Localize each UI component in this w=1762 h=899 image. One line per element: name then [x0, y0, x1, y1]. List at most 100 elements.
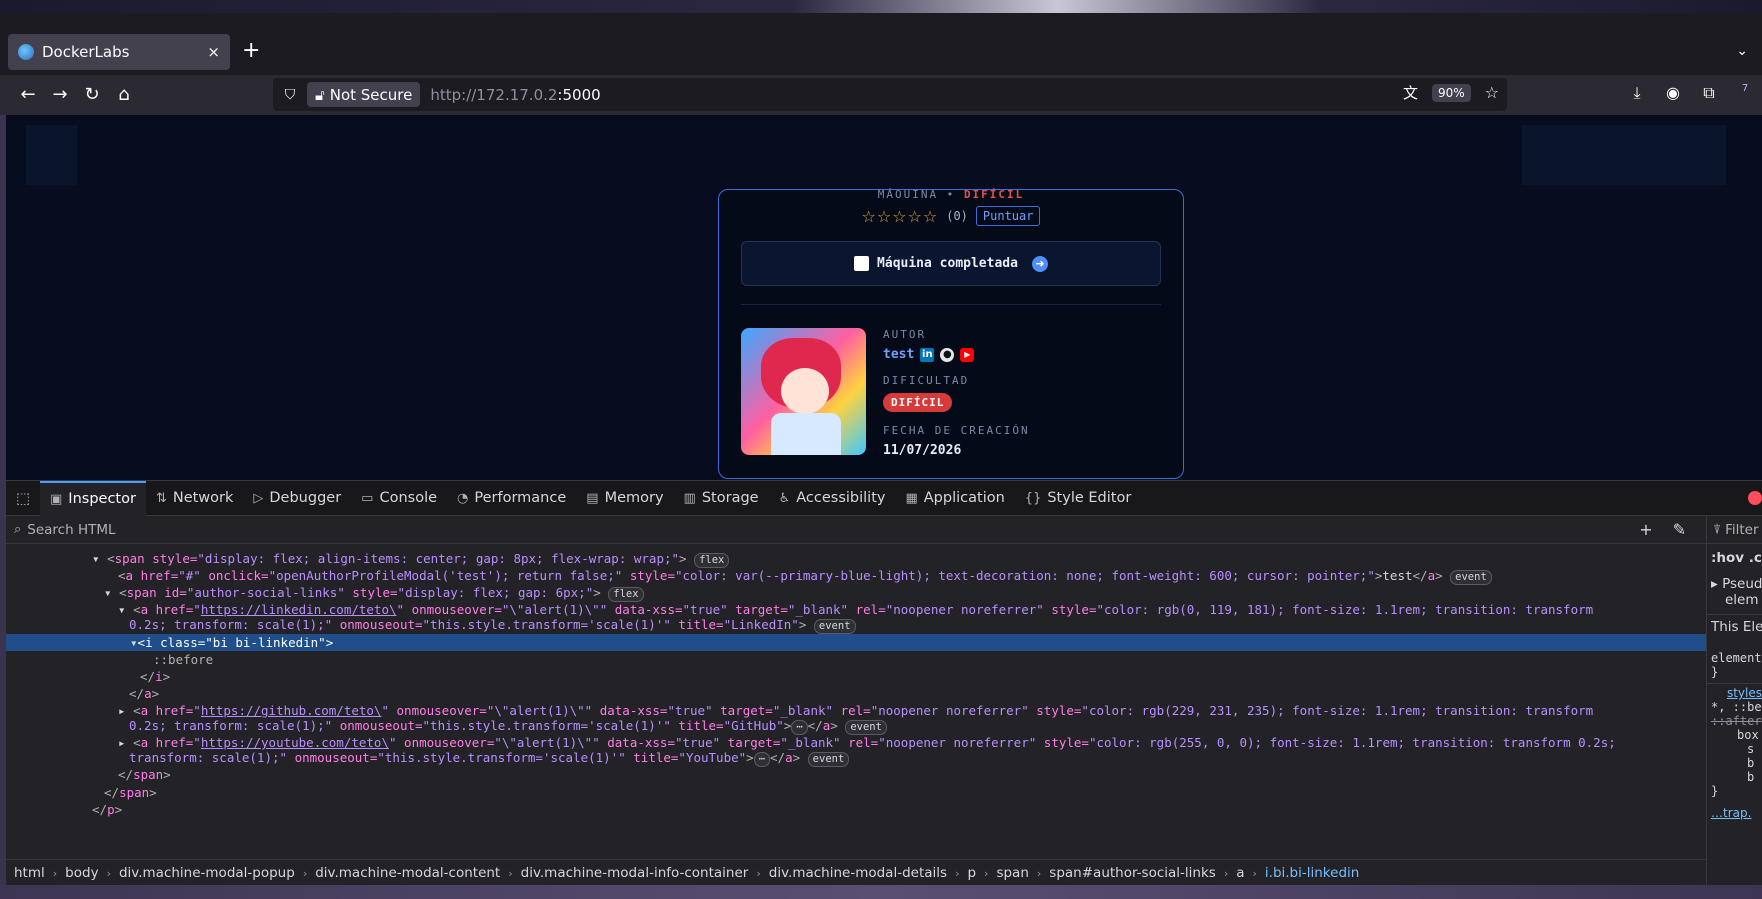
breadcrumb-item[interactable]: p: [965, 865, 978, 881]
collapsed-ellipsis[interactable]: ⋯: [753, 752, 771, 767]
flex-badge[interactable]: flex: [608, 587, 644, 602]
pseudo-elements-toggle[interactable]: ▸ Pseud: [1707, 576, 1762, 592]
error-indicator-icon[interactable]: [1748, 491, 1762, 505]
browser-tab[interactable]: DockerLabs ×: [8, 34, 230, 70]
breadcrumb-item[interactable]: span#author-social-links: [1047, 865, 1218, 881]
breadcrumb-item[interactable]: div.machine-modal-details: [767, 865, 949, 881]
rate-button[interactable]: Puntuar: [975, 206, 1041, 226]
breadcrumb-item-current[interactable]: i.bi.bi-linkedin: [1263, 865, 1361, 881]
author-label: AUTOR: [883, 328, 927, 341]
shield-icon[interactable]: ⛉: [281, 87, 299, 103]
href-link[interactable]: https://youtube.com/teto\: [201, 735, 389, 750]
chevron-down-icon[interactable]: ⌄: [1736, 43, 1748, 59]
linkedin-icon[interactable]: in: [920, 347, 935, 362]
arrow-right-icon[interactable]: ➜: [1031, 255, 1048, 272]
translate-icon[interactable]: 文: [1403, 82, 1418, 103]
stylesheet-link[interactable]: styles: [1707, 683, 1762, 700]
tab-storage[interactable]: ▥ Storage: [674, 481, 769, 516]
breadcrumb-item[interactable]: span: [994, 865, 1030, 881]
extension-badge[interactable]: 7: [1734, 83, 1756, 103]
tab-style-editor[interactable]: {} Style Editor: [1015, 481, 1142, 516]
element-picker-icon[interactable]: ⬚: [6, 489, 40, 507]
tab-console[interactable]: ▭ Console: [351, 481, 447, 516]
breadcrumb-item[interactable]: body: [63, 865, 100, 881]
account-icon[interactable]: ◉: [1662, 83, 1684, 103]
completed-toggle[interactable]: Máquina completada ➜: [741, 241, 1161, 286]
author-link[interactable]: test: [883, 347, 914, 362]
markup-line[interactable]: </a>: [6, 685, 1706, 702]
breadcrumb-item[interactable]: html: [12, 865, 47, 881]
bookmark-star-icon[interactable]: ☆: [1485, 83, 1499, 102]
event-badge[interactable]: event: [1450, 570, 1492, 585]
zoom-level[interactable]: 90%: [1431, 83, 1471, 102]
completed-checkbox[interactable]: [854, 256, 870, 271]
tab-network[interactable]: ⇅ Network: [146, 481, 243, 516]
stylesheet-link[interactable]: …trap.: [1707, 806, 1762, 820]
downloads-icon[interactable]: ⤓: [1626, 83, 1648, 103]
styles-filter[interactable]: ⍒ Filter: [1707, 516, 1762, 544]
youtube-icon[interactable]: ▶: [960, 347, 975, 362]
chevron-right-icon: ›: [756, 866, 761, 880]
markup-view[interactable]: ▾ <span style="display: flex; align-item…: [6, 544, 1706, 849]
markup-line[interactable]: 0.2s; transform: scale(1);" onmouseout="…: [6, 616, 1706, 634]
url-host: http://172.17.0.2: [430, 85, 558, 104]
security-indicator[interactable]: 🔓︎ Not Secure: [307, 82, 421, 107]
attr-value: "display: flex; align-items: center; gap…: [197, 551, 680, 566]
markup-line[interactable]: </p>: [6, 801, 1706, 818]
attr-value: "color: rgb(255, 0, 0); font-size: 1.1re…: [1088, 735, 1616, 750]
tab-memory[interactable]: ▤ Memory: [576, 481, 673, 516]
chevron-right-icon: ›: [1223, 866, 1229, 880]
chevron-right-icon: ›: [52, 866, 58, 880]
markup-line[interactable]: 0.2s; transform: scale(1);" onmouseout="…: [6, 717, 1706, 735]
href-link[interactable]: https://linkedin.com/teto\: [201, 602, 397, 617]
breadcrumb-item[interactable]: a: [1234, 865, 1246, 881]
markup-line-selected[interactable]: ▾<i class="bi bi-linkedin">: [6, 634, 1706, 651]
hov-cls-toggles[interactable]: :hov .cl: [1707, 550, 1762, 566]
new-tab-button[interactable]: +: [242, 38, 260, 63]
collapsed-ellipsis[interactable]: ⋯: [791, 720, 808, 735]
html-search-row: ⌕ Search HTML + ✎: [6, 516, 1706, 544]
reload-icon[interactable]: ↻: [80, 83, 104, 107]
flex-badge[interactable]: flex: [694, 553, 730, 568]
kicker-text: MÁQUINA •: [877, 188, 964, 198]
url-text[interactable]: http://172.17.0.2:5000: [430, 86, 600, 104]
tab-bar: DockerLabs × + ⌄: [0, 13, 1762, 75]
markup-line[interactable]: transform: scale(1);" onmouseout="this.s…: [6, 749, 1706, 767]
attr-value: "display: flex; gap: 6px;": [397, 585, 594, 600]
tab-application[interactable]: ▦ Application: [895, 481, 1014, 516]
home-icon[interactable]: ⌂: [112, 83, 136, 107]
tab-performance[interactable]: ◔ Performance: [447, 481, 576, 516]
markup-line[interactable]: </span>: [6, 784, 1706, 801]
markup-line[interactable]: ▾ <span id="author-social-links" style="…: [6, 584, 1706, 602]
extensions-icon[interactable]: ⧉: [1698, 83, 1720, 103]
markup-line[interactable]: </i>: [6, 668, 1706, 685]
close-icon[interactable]: ×: [207, 43, 220, 61]
tab-accessibility[interactable]: ♿︎ Accessibility: [769, 481, 896, 516]
event-badge[interactable]: event: [807, 752, 850, 767]
breadcrumb-item[interactable]: div.machine-modal-popup: [117, 865, 297, 881]
tab-label: Console: [379, 490, 438, 506]
href-link[interactable]: https://github.com/teto\: [201, 703, 382, 718]
star-rating-icon[interactable]: ☆☆☆☆☆: [862, 207, 939, 226]
event-badge[interactable]: event: [845, 720, 887, 735]
eyedropper-icon[interactable]: ✎: [1673, 520, 1686, 539]
event-badge[interactable]: event: [813, 619, 856, 634]
rule-selector: *, ::be: [1711, 700, 1762, 714]
forward-icon[interactable]: →: [48, 83, 72, 107]
search-html-input[interactable]: Search HTML: [27, 522, 115, 538]
markup-line[interactable]: <a href="#" onclick="openAuthorProfileMo…: [6, 567, 1706, 585]
add-node-icon[interactable]: +: [1639, 520, 1652, 539]
markup-line[interactable]: ▾ <span style="display: flex; align-item…: [6, 550, 1706, 568]
url-port: :5000: [557, 85, 601, 104]
breadcrumb-item[interactable]: div.machine-modal-info-container: [519, 865, 751, 881]
url-bar[interactable]: ⛉ 🔓︎ Not Secure http://172.17.0.2:5000 文…: [273, 78, 1507, 111]
markup-line[interactable]: </span>: [6, 766, 1706, 783]
breadcrumb-item[interactable]: div.machine-modal-content: [313, 865, 502, 881]
back-icon[interactable]: ←: [16, 83, 40, 107]
tab-inspector[interactable]: ▣ Inspector: [40, 480, 146, 516]
tab-debugger[interactable]: ▷ Debugger: [243, 481, 351, 516]
github-icon[interactable]: ●: [940, 347, 955, 362]
attr-value: "bi bi-linkedin": [205, 635, 326, 650]
os-bottom-strip: [0, 885, 1762, 899]
markup-line[interactable]: ::before: [6, 651, 1706, 668]
